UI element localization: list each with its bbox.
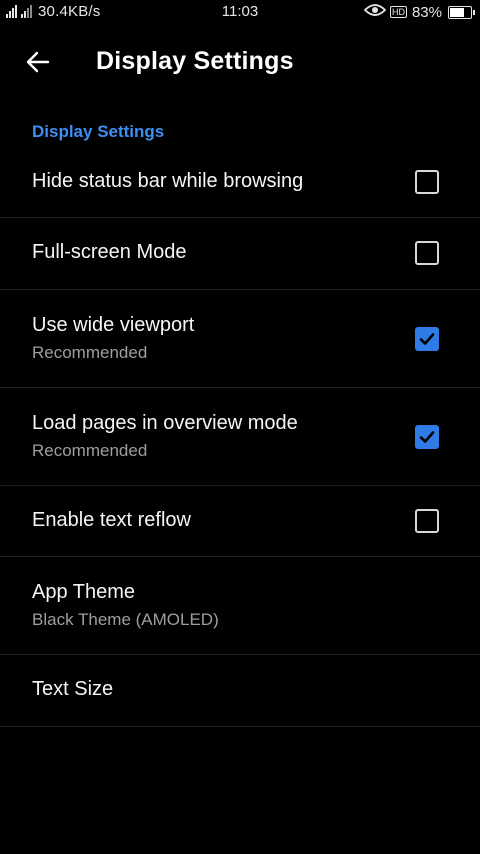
- setting-title: Load pages in overview mode: [32, 412, 298, 434]
- setting-title: Text Size: [32, 678, 114, 700]
- setting-title: Enable text reflow: [32, 509, 191, 531]
- enable-text-reflow-checkbox[interactable]: [415, 509, 439, 533]
- section-header: Display Settings: [32, 122, 165, 141]
- battery-icon: [448, 5, 475, 19]
- setting-hide-status-bar[interactable]: Hide status bar while browsing: [0, 147, 480, 218]
- setting-title: Hide status bar while browsing: [32, 170, 304, 192]
- settings-list: Hide status bar while browsing Full-scre…: [0, 147, 480, 727]
- battery-percent: 83%: [411, 3, 442, 21]
- setting-text-size[interactable]: Text Size: [0, 655, 480, 727]
- use-wide-viewport-checkbox[interactable]: [415, 327, 439, 351]
- setting-app-theme[interactable]: App Theme Black Theme (AMOLED): [0, 557, 480, 655]
- setting-full-screen-mode[interactable]: Full-screen Mode: [0, 218, 480, 290]
- setting-title: Full-screen Mode: [32, 241, 187, 263]
- load-overview-mode-checkbox[interactable]: [415, 425, 439, 449]
- setting-summary: Recommended: [32, 343, 148, 362]
- setting-enable-text-reflow[interactable]: Enable text reflow: [0, 486, 480, 557]
- arrow-left-icon[interactable]: [24, 48, 52, 76]
- setting-title: Use wide viewport: [32, 314, 195, 336]
- hide-status-bar-checkbox[interactable]: [415, 170, 439, 194]
- setting-title: App Theme: [32, 581, 136, 603]
- setting-summary: Recommended: [32, 441, 148, 460]
- status-bar: 30.4KB/s 11:03 HD 83%: [0, 0, 480, 26]
- full-screen-mode-checkbox[interactable]: [415, 241, 439, 265]
- status-bar-right: HD 83%: [363, 3, 475, 21]
- setting-use-wide-viewport[interactable]: Use wide viewport Recommended: [0, 290, 480, 388]
- setting-summary: Black Theme (AMOLED): [32, 610, 219, 629]
- toolbar: Display Settings: [0, 26, 480, 100]
- setting-load-overview-mode[interactable]: Load pages in overview mode Recommended: [0, 388, 480, 486]
- hd-icon: HD: [389, 6, 407, 18]
- eye-icon: [363, 3, 387, 21]
- page-title: Display Settings: [96, 47, 294, 75]
